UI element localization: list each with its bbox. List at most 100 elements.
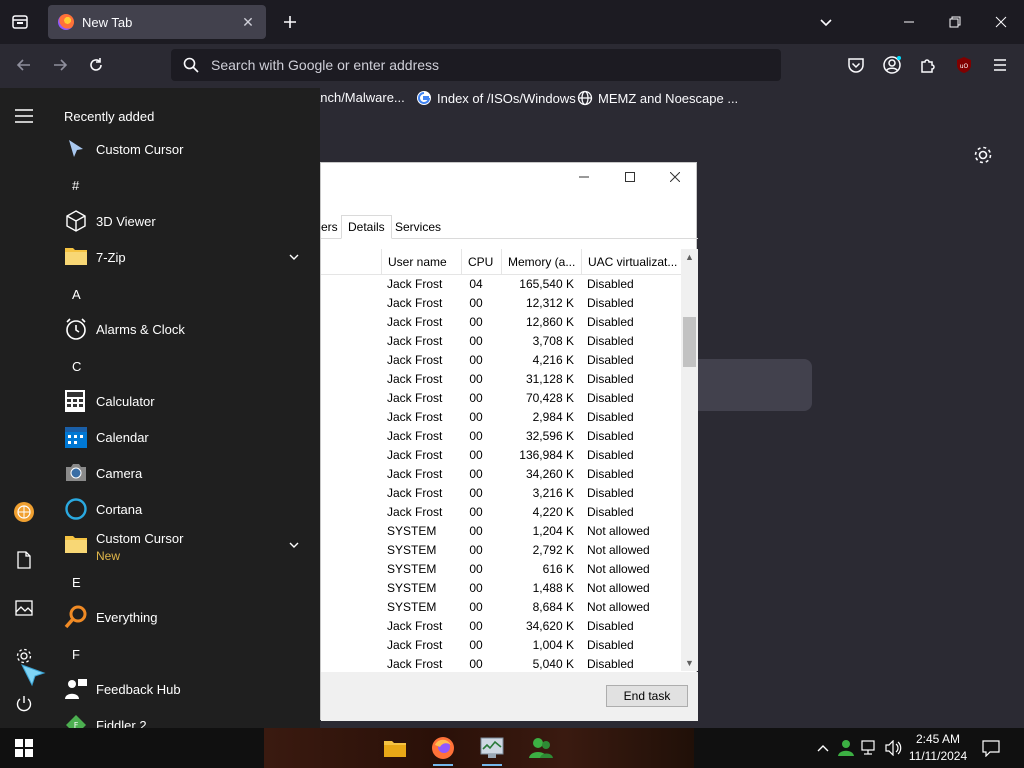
column-header-uac[interactable]: UAC virtualizat... [581,249,681,275]
table-row[interactable]: Jack Frost 00 1,004 K Disabled [321,636,681,655]
gear-icon[interactable] [972,144,994,166]
tab-new-tab[interactable]: New Tab ✕ [48,5,266,39]
ublock-origin-icon[interactable]: uO [949,50,979,80]
restore-icon[interactable] [932,0,978,44]
alphabet-group-header[interactable]: A [72,287,81,302]
notifications-icon[interactable] [981,738,1001,758]
maximize-icon[interactable] [607,163,653,191]
table-row[interactable]: Jack Frost 00 12,312 K Disabled [321,294,681,313]
start-app-item[interactable]: Calendar [48,419,320,455]
hamburger-menu-icon[interactable] [9,101,39,131]
table-row[interactable]: Jack Frost 00 4,220 K Disabled [321,503,681,522]
bookmark-item[interactable]: MEMZ and Noescape ... [577,90,738,106]
table-row[interactable]: SYSTEM 00 1,488 K Not allowed [321,579,681,598]
table-row[interactable]: Jack Frost 00 2,984 K Disabled [321,408,681,427]
firefox-view-icon[interactable] [4,6,36,38]
scrollbar-thumb[interactable] [683,317,696,367]
alphabet-group-header[interactable]: # [72,178,79,193]
messenger-people-icon[interactable] [525,732,557,764]
back-arrow-icon[interactable] [9,50,39,80]
column-header-memory[interactable]: Memory (a... [501,249,581,275]
close-tab-icon[interactable]: ✕ [240,14,256,31]
power-icon[interactable] [9,689,39,719]
cell-cpu: 00 [469,334,483,348]
documents-icon[interactable] [9,545,39,575]
user-avatar-icon[interactable] [9,497,39,527]
cell-uac: Disabled [587,505,634,519]
hamburger-menu-icon[interactable] [985,50,1015,80]
close-window-icon[interactable] [978,0,1024,44]
start-app-item[interactable]: Cortana [48,491,320,527]
table-row[interactable]: Jack Frost 00 70,428 K Disabled [321,389,681,408]
close-icon[interactable] [652,163,698,191]
url-input[interactable] [211,57,781,73]
table-row[interactable]: Jack Frost 00 31,128 K Disabled [321,370,681,389]
cell-uac: Disabled [587,467,634,481]
windows-start-icon[interactable] [8,732,40,764]
scroll-down-icon[interactable]: ▼ [681,655,698,671]
cell-user-name: Jack Frost [387,486,443,500]
newtab-search-box[interactable] [690,359,812,411]
start-app-item[interactable]: Everything [48,599,320,635]
table-row[interactable]: SYSTEM 00 2,792 K Not allowed [321,541,681,560]
chevron-down-icon[interactable] [288,539,300,551]
start-app-item[interactable]: Alarms & Clock [48,311,320,347]
alphabet-group-header[interactable]: C [72,359,81,374]
table-row[interactable]: Jack Frost 00 12,860 K Disabled [321,313,681,332]
minimize-icon[interactable] [561,163,607,191]
browser-nav-bar: uO [0,44,1024,86]
table-row[interactable]: Jack Frost 00 3,216 K Disabled [321,484,681,503]
people-tray-icon[interactable] [836,738,856,758]
scroll-up-icon[interactable]: ▲ [681,249,698,265]
table-row[interactable]: Jack Frost 00 4,216 K Disabled [321,351,681,370]
start-app-item[interactable]: Custom Cursor [48,131,320,167]
start-app-item[interactable]: Camera [48,455,320,491]
new-tab-plus-icon[interactable] [274,6,306,38]
table-row[interactable]: SYSTEM 00 8,684 K Not allowed [321,598,681,617]
alphabet-group-header[interactable]: F [72,647,80,662]
bookmark-item[interactable]: anch/Malware... [313,90,405,105]
pocket-icon[interactable] [841,50,871,80]
task-manager-taskbar-icon[interactable] [476,732,508,766]
start-menu-rail [0,88,48,728]
table-row[interactable]: Jack Frost 00 32,596 K Disabled [321,427,681,446]
table-row[interactable]: Jack Frost 00 136,984 K Disabled [321,446,681,465]
column-header-cpu[interactable]: CPU [461,249,501,275]
list-all-tabs-chevron-icon[interactable] [810,6,842,38]
table-row[interactable]: Jack Frost 00 3,708 K Disabled [321,332,681,351]
account-icon[interactable] [877,50,907,80]
start-app-item[interactable]: F Fiddler 2 [48,707,320,728]
reload-icon[interactable] [81,50,111,80]
file-explorer-icon[interactable] [379,732,411,764]
table-row[interactable]: Jack Frost 00 34,620 K Disabled [321,617,681,636]
firefox-taskbar-icon[interactable] [427,732,459,766]
start-app-item[interactable]: Calculator [48,383,320,419]
url-bar[interactable] [171,49,781,81]
table-row[interactable]: SYSTEM 00 1,204 K Not allowed [321,522,681,541]
pictures-icon[interactable] [9,593,39,623]
start-app-item[interactable]: 7-Zip [48,239,320,275]
table-row[interactable]: Jack Frost 04 165,540 K Disabled [321,275,681,294]
taskbar-clock[interactable]: 2:45 AM 11/11/2024 [900,731,976,765]
table-scrollbar[interactable]: ▲ ▼ [681,249,698,671]
tab-details[interactable]: Details [341,215,392,239]
table-row[interactable]: Jack Frost 00 5,040 K Disabled [321,655,681,671]
alphabet-group-header[interactable]: E [72,575,81,590]
table-row[interactable]: Jack Frost 00 34,260 K Disabled [321,465,681,484]
start-app-item[interactable]: Custom Cursor New [48,527,320,563]
chevron-down-icon[interactable] [288,251,300,263]
bookmark-item[interactable]: Index of /ISOs/Windows [416,90,576,106]
custom-cursor-pointer-icon [20,663,48,691]
end-task-button[interactable]: End task [606,685,688,707]
start-app-item[interactable]: Feedback Hub [48,671,320,707]
table-row[interactable]: SYSTEM 00 616 K Not allowed [321,560,681,579]
cell-uac: Disabled [587,638,634,652]
minimize-icon[interactable] [886,0,932,44]
start-app-item[interactable]: 3D Viewer [48,203,320,239]
column-header-user-name[interactable]: User name [381,249,461,275]
network-icon[interactable] [860,738,880,758]
forward-arrow-icon[interactable] [45,50,75,80]
tab-services[interactable]: Services [389,215,447,239]
extensions-puzzle-icon[interactable] [913,50,943,80]
show-hidden-icons-chevron-icon[interactable] [813,738,833,758]
